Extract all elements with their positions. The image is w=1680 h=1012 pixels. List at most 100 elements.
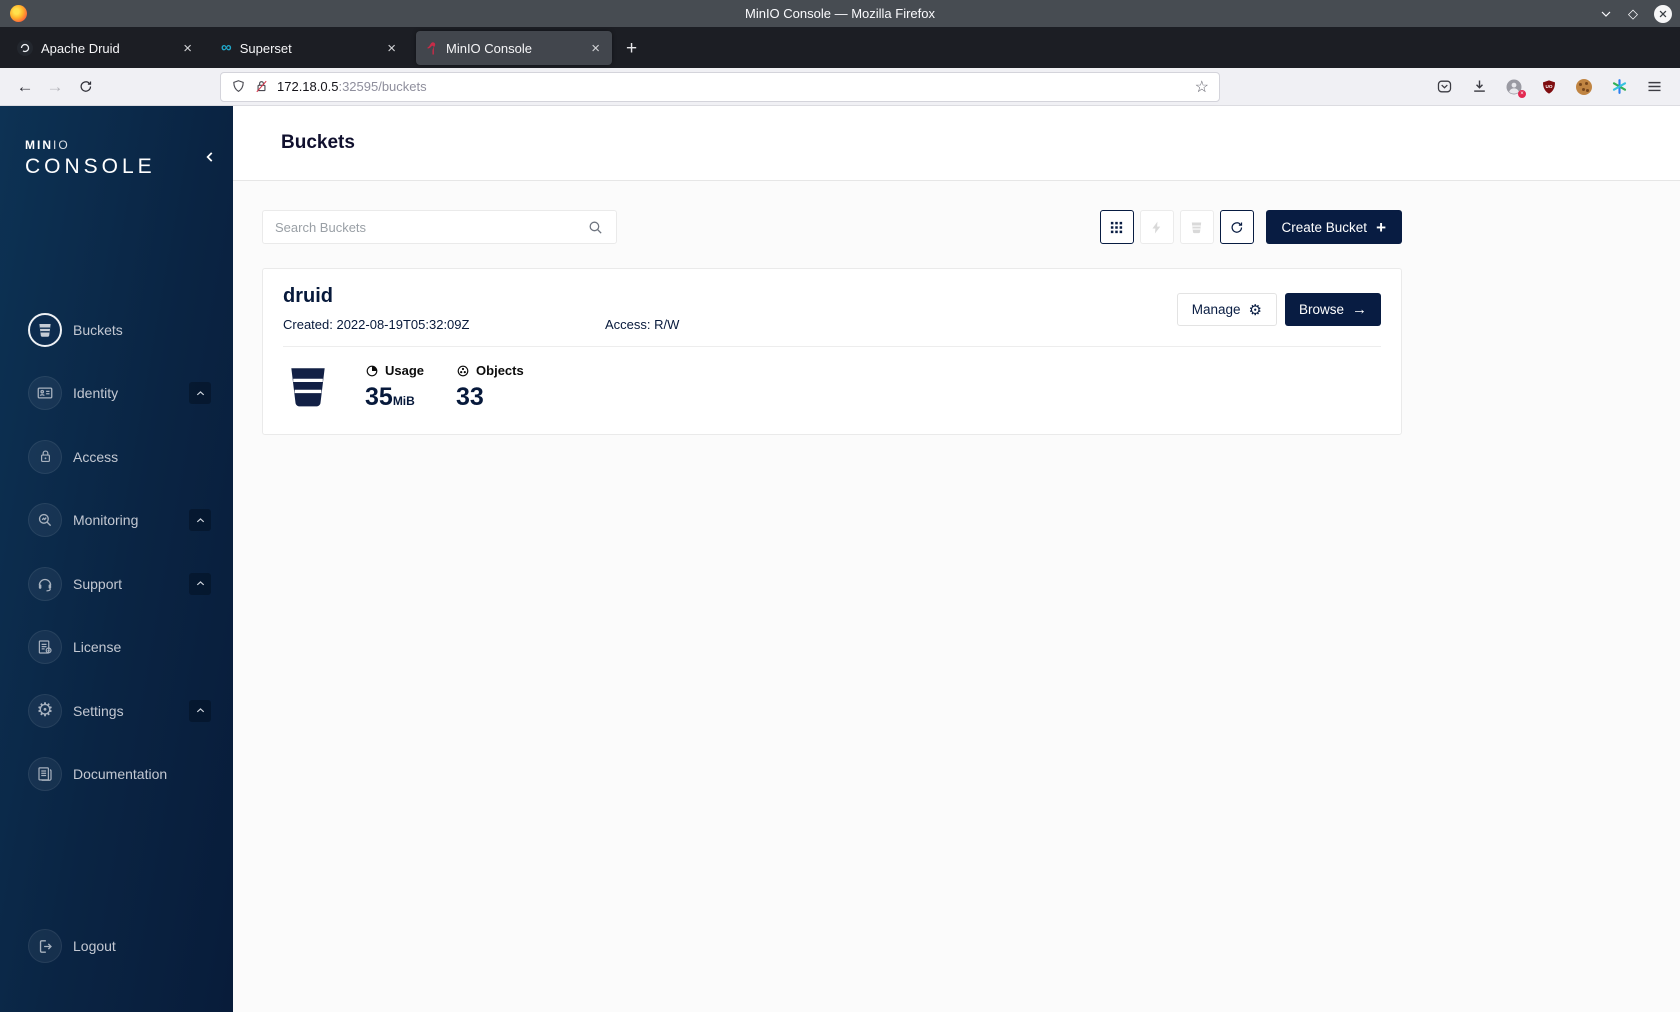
bucket-meta: Created: 2022-08-19T05:32:09Z Access: R/… <box>283 317 679 332</box>
minio-flamingo-favicon <box>425 41 438 56</box>
bucket-icon <box>28 312 62 347</box>
lock-icon <box>28 439 62 474</box>
tab-label: Superset <box>239 40 292 56</box>
bucket-toolbar: Create Bucket + <box>1099 210 1402 244</box>
page-header: Buckets <box>233 106 1680 181</box>
logo-io: IO <box>53 138 70 152</box>
browse-label: Browse <box>1298 302 1344 317</box>
new-tab-button[interactable]: + <box>626 38 637 60</box>
sidebar: MINIO CONSOLE Buckets Identity Access Mo… <box>0 106 233 1012</box>
maximize-icon[interactable]: ◇ <box>1628 6 1638 22</box>
sidebar-item-label: Support <box>73 575 123 592</box>
tab-label: Apache Druid <box>41 40 120 56</box>
tab-superset[interactable]: ∞ Superset × <box>212 31 408 65</box>
url-text[interactable]: 172.18.0.5:32595/buckets <box>277 79 1187 94</box>
sidebar-item-label: Monitoring <box>73 512 139 529</box>
menu-hamburger-icon[interactable] <box>1644 77 1664 97</box>
usage-label: Usage <box>385 363 425 378</box>
create-bucket-button[interactable]: Create Bucket + <box>1265 210 1402 244</box>
account-extension-icon[interactable]: × <box>1504 77 1526 98</box>
browse-button[interactable]: Browse → <box>1284 293 1381 326</box>
sidebar-item-label: Identity <box>73 385 119 402</box>
bucket-card-druid[interactable]: druid Created: 2022-08-19T05:32:09Z Acce… <box>262 268 1402 435</box>
objects-icon <box>457 365 469 376</box>
sidebar-item-access[interactable]: Access <box>0 425 233 489</box>
window-titlebar: MinIO Console — Mozilla Firefox ◇ <box>0 0 1680 27</box>
cookie-extension-icon[interactable] <box>1574 77 1594 97</box>
replication-button[interactable] <box>1139 210 1174 244</box>
chevron-up-icon[interactable] <box>189 699 211 722</box>
sidebar-item-identity[interactable]: Identity <box>0 362 233 426</box>
sidebar-item-monitoring[interactable]: Monitoring <box>0 489 233 553</box>
superset-favicon: ∞ <box>221 39 232 56</box>
url-bar[interactable]: 172.18.0.5:32595/buckets ☆ <box>220 71 1220 102</box>
tab-apache-druid[interactable]: Apache Druid × <box>8 31 204 65</box>
usage-metric: Usage 35MiB <box>365 361 424 412</box>
documentation-icon <box>28 757 62 792</box>
tab-minio-console[interactable]: MinIO Console × <box>416 31 612 65</box>
bucket-access: Access: R/W <box>605 317 680 332</box>
tab-close-icon[interactable]: × <box>588 40 603 57</box>
tab-label: MinIO Console <box>446 40 532 56</box>
usage-value: 35MiB <box>365 383 415 411</box>
search-buckets-box[interactable] <box>262 210 617 244</box>
delete-bucket-icon <box>1191 222 1202 233</box>
shield-icon[interactable] <box>231 79 246 94</box>
sidebar-logout[interactable]: Logout <box>0 926 233 966</box>
manage-button[interactable]: Manage ⚙ <box>1176 293 1277 326</box>
url-host: 172.18.0.5 <box>277 79 339 94</box>
objects-value: 33 <box>456 383 484 411</box>
tab-close-icon[interactable]: × <box>180 40 195 57</box>
tab-close-icon[interactable]: × <box>384 40 399 57</box>
window-controls: ◇ <box>1600 4 1672 23</box>
close-window-icon[interactable] <box>1654 4 1672 23</box>
extension-icons: × UO <box>1434 77 1670 98</box>
bucket-actions: Manage ⚙ Browse → <box>1176 293 1381 332</box>
reload-icon[interactable] <box>70 73 100 101</box>
minimize-icon[interactable] <box>1600 8 1612 20</box>
bucket-info: druid Created: 2022-08-19T05:32:09Z Acce… <box>283 285 679 332</box>
back-icon[interactable]: ← <box>10 73 40 101</box>
bucket-name: druid <box>283 285 333 307</box>
license-document-icon <box>28 630 62 665</box>
sidebar-item-documentation[interactable]: Documentation <box>0 743 233 807</box>
bookmark-star-icon[interactable]: ☆ <box>1195 77 1209 97</box>
pocket-icon[interactable] <box>1434 77 1454 97</box>
sidebar-item-support[interactable]: Support <box>0 552 233 616</box>
asterisk-extension-icon[interactable] <box>1609 77 1629 97</box>
usage-unit: MiB <box>392 394 415 408</box>
druid-favicon <box>17 40 33 56</box>
chevron-up-icon[interactable] <box>189 572 211 595</box>
sidebar-item-license[interactable]: License <box>0 616 233 680</box>
sidebar-item-label: Buckets <box>73 321 123 338</box>
insecure-lock-icon[interactable] <box>254 79 269 94</box>
grid-view-button[interactable] <box>1099 210 1134 244</box>
chevron-up-icon[interactable] <box>189 509 211 532</box>
identity-card-icon <box>28 376 62 411</box>
sidebar-collapse-icon[interactable] <box>203 150 217 164</box>
sidebar-item-label: Documentation <box>73 766 168 783</box>
chevron-up-icon[interactable] <box>189 382 211 405</box>
downloads-icon[interactable] <box>1469 77 1489 97</box>
card-divider <box>283 346 1381 347</box>
usage-pie-icon <box>366 365 378 376</box>
headset-icon <box>28 566 62 601</box>
sidebar-menu: Buckets Identity Access Monitoring Suppo… <box>0 298 233 806</box>
disabled-badge: × <box>1518 89 1526 98</box>
objects-label: Objects <box>476 363 524 378</box>
url-path: :32595/buckets <box>338 79 427 94</box>
sidebar-item-label: License <box>73 639 122 656</box>
bucket-created: Created: 2022-08-19T05:32:09Z <box>283 317 470 332</box>
sidebar-item-settings[interactable]: ⚙ Settings <box>0 679 233 743</box>
sidebar-item-buckets[interactable]: Buckets <box>0 298 233 362</box>
browse-arrow-icon: → <box>1352 301 1367 318</box>
search-input[interactable] <box>275 219 587 235</box>
logout-icon <box>28 929 62 963</box>
refresh-button[interactable] <box>1219 210 1254 244</box>
manage-gear-icon: ⚙ <box>1248 301 1262 319</box>
main-panel: Buckets Search Buckets Create Bucket + d… <box>233 106 1680 1012</box>
logout-label: Logout <box>73 938 116 954</box>
forward-icon[interactable]: → <box>40 73 70 101</box>
delete-buckets-button[interactable] <box>1179 210 1214 244</box>
ublock-origin-icon[interactable]: UO <box>1539 77 1559 97</box>
